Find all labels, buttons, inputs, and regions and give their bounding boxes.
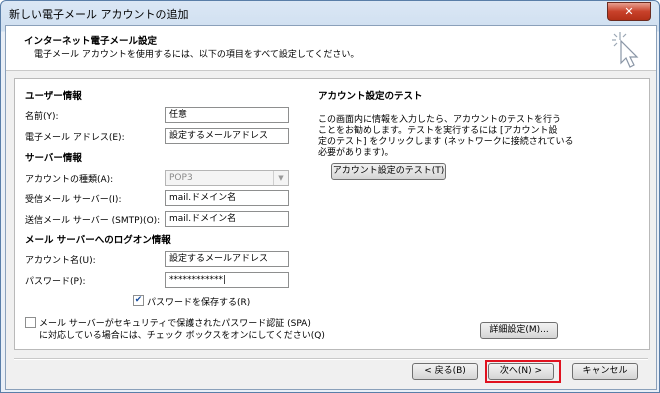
account-name-field[interactable]: 設定するメールアドレス: [165, 251, 289, 267]
more-settings-button[interactable]: 詳細設定(M)...: [480, 322, 558, 339]
account-type-select[interactable]: POP3 ▼: [165, 170, 289, 186]
cursor-sparkle-icon: [612, 32, 639, 68]
test-section-heading: アカウント設定のテスト: [318, 91, 423, 102]
dialog-client-area: インターネット電子メール設定 電子メール アカウントを使用するには、以下の項目を…: [5, 25, 657, 390]
incoming-server-label: 受信メール サーバー(I):: [25, 195, 122, 205]
cancel-button[interactable]: キャンセル: [572, 363, 638, 380]
account-type-label: アカウントの種類(A):: [25, 175, 114, 185]
server-info-heading: サーバー情報: [25, 153, 82, 164]
close-button[interactable]: ✕: [607, 2, 651, 21]
dialog-window: 新しい電子メール アカウントの追加 ✕ インターネット電子メール設定 電子メール…: [0, 0, 660, 393]
password-field[interactable]: ************|: [165, 272, 289, 288]
logon-info-heading: メール サーバーへのログオン情報: [25, 235, 171, 246]
user-info-heading: ユーザー情報: [25, 91, 82, 102]
password-label: パスワード(P):: [25, 277, 86, 287]
title-bar[interactable]: 新しい電子メール アカウントの追加 ✕: [1, 1, 659, 25]
chevron-down-icon: ▼: [273, 171, 288, 185]
name-field[interactable]: 任意: [165, 107, 289, 123]
header-subtitle: 電子メール アカウントを使用するには、以下の項目をすべて設定してください。: [34, 50, 360, 60]
test-desc-line4: 必要があります)。: [318, 148, 394, 158]
test-account-settings-button[interactable]: アカウント設定のテスト(T): [331, 163, 446, 180]
incoming-server-field[interactable]: mail.ドメイン名: [165, 190, 289, 206]
window-title: 新しい電子メール アカウントの追加: [9, 8, 189, 21]
outgoing-server-label: 送信メール サーバー (SMTP)(O):: [25, 216, 161, 226]
outgoing-server-field[interactable]: mail.ドメイン名: [165, 211, 289, 227]
email-label: 電子メール アドレス(E):: [25, 133, 125, 143]
account-name-label: アカウント名(U):: [25, 256, 96, 266]
settings-panel: ユーザー情報 名前(Y): 任意 電子メール アドレス(E): 設定するメールア…: [14, 78, 650, 350]
email-field[interactable]: 設定するメールアドレス: [165, 128, 289, 144]
remember-password-checkbox[interactable]: ✔: [133, 295, 144, 306]
header-title: インターネット電子メール設定: [24, 36, 158, 47]
remember-password-label: パスワードを保存する(R): [147, 298, 251, 308]
spa-checkbox[interactable]: [25, 317, 36, 328]
wizard-header: インターネット電子メール設定 電子メール アカウントを使用するには、以下の項目を…: [6, 26, 656, 71]
next-button[interactable]: 次へ(N) >: [488, 363, 554, 380]
spa-label-line2: に対応している場合には、チェック ボックスをオンにしてください(Q): [39, 331, 325, 341]
name-label: 名前(Y):: [25, 112, 59, 122]
back-button[interactable]: < 戻る(B): [412, 363, 478, 380]
account-type-value: POP3: [169, 173, 193, 183]
